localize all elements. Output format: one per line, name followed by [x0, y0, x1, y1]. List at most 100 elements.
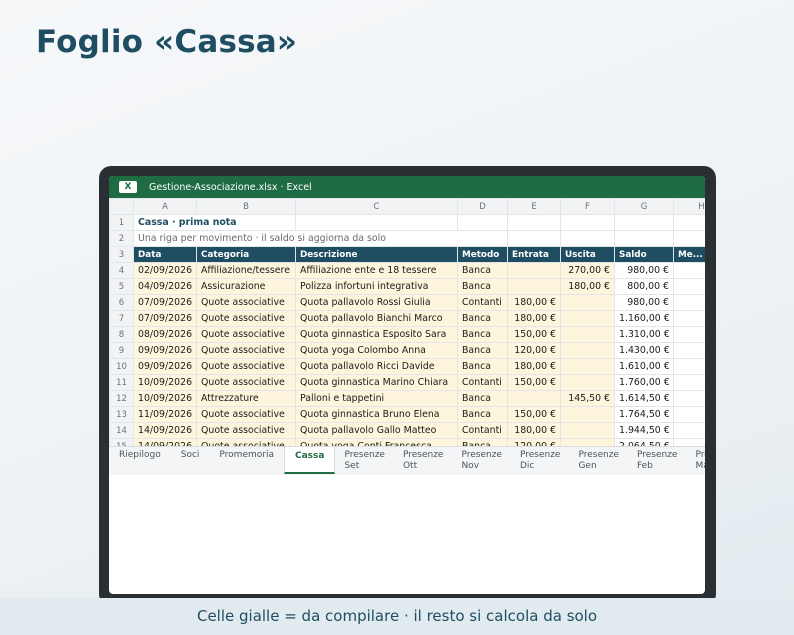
table-cell[interactable]: Quote associative	[196, 342, 296, 359]
table-cell[interactable]: Quota yoga Colombo Anna	[295, 342, 458, 359]
table-cell[interactable]: Banca	[457, 358, 508, 375]
cell[interactable]	[560, 230, 615, 247]
table-cell[interactable]: Quote associative	[196, 374, 296, 391]
row-number[interactable]: 12	[109, 390, 134, 407]
table-cell[interactable]: 9	[673, 294, 705, 311]
sheet-tab-cassa[interactable]: Cassa	[283, 447, 336, 474]
table-cell[interactable]: Affiliazione ente e 18 tessere	[295, 262, 458, 279]
table-cell[interactable]: Assicurazione	[196, 278, 296, 295]
column-header-cell[interactable]: Entrata	[507, 246, 561, 263]
table-cell[interactable]: 9	[673, 278, 705, 295]
table-cell[interactable]: Quote associative	[196, 294, 296, 311]
column-header-a[interactable]: A	[133, 198, 197, 215]
sheet-tab-soci[interactable]: Soci	[171, 447, 210, 475]
table-cell[interactable]: 180,00 €	[507, 294, 561, 311]
sheet-tab-promemoria[interactable]: Promemoria	[209, 447, 284, 475]
column-header-f[interactable]: F	[560, 198, 615, 215]
table-cell[interactable]: Banca	[457, 390, 508, 407]
row-number[interactable]: 9	[109, 342, 134, 359]
table-cell[interactable]: 9	[673, 310, 705, 327]
table-cell[interactable]: Quota ginnastica Bruno Elena	[295, 406, 458, 423]
row-number[interactable]: 13	[109, 406, 134, 423]
table-cell[interactable]: 09/09/2026	[133, 342, 197, 359]
table-cell[interactable]: 180,00 €	[560, 278, 615, 295]
table-cell[interactable]: 9	[673, 390, 705, 407]
column-header-g[interactable]: G	[614, 198, 674, 215]
table-cell[interactable]: 1.160,00 €	[614, 310, 674, 327]
table-cell[interactable]: 07/09/2026	[133, 310, 197, 327]
column-header-cell[interactable]: Metodo	[457, 246, 508, 263]
column-header-c[interactable]: C	[295, 198, 458, 215]
table-cell[interactable]: 980,00 €	[614, 294, 674, 311]
table-cell[interactable]: 270,00 €	[560, 262, 615, 279]
table-cell[interactable]: Contanti	[457, 374, 508, 391]
table-cell[interactable]: Banca	[457, 262, 508, 279]
column-header-cell[interactable]: Data	[133, 246, 197, 263]
row-number[interactable]: 6	[109, 294, 134, 311]
table-cell[interactable]: Quota pallavolo Bianchi Marco	[295, 310, 458, 327]
table-cell[interactable]: 1.610,00 €	[614, 358, 674, 375]
sheet-tab-presenze-feb[interactable]: Presenze Feb	[628, 447, 687, 475]
cell[interactable]	[295, 214, 458, 231]
row-number[interactable]: 15	[109, 438, 134, 446]
column-header-cell[interactable]: Uscita	[560, 246, 615, 263]
row-number[interactable]: 14	[109, 422, 134, 439]
column-header-cell[interactable]: Saldo	[614, 246, 674, 263]
table-cell[interactable]	[507, 262, 561, 279]
table-cell[interactable]: Polizza infortuni integrativa	[295, 278, 458, 295]
table-cell[interactable]: 150,00 €	[507, 326, 561, 343]
table-cell[interactable]: 1.760,00 €	[614, 374, 674, 391]
row-number[interactable]: 4	[109, 262, 134, 279]
column-header-b[interactable]: B	[196, 198, 296, 215]
table-cell[interactable]: 04/09/2026	[133, 278, 197, 295]
column-header-cell[interactable]: Descrizione	[295, 246, 458, 263]
table-cell[interactable]: Banca	[457, 438, 508, 446]
table-cell[interactable]: 9	[673, 374, 705, 391]
table-cell[interactable]: 07/09/2026	[133, 294, 197, 311]
table-cell[interactable]: Affiliazione/tessere	[196, 262, 296, 279]
table-cell[interactable]: Attrezzature	[196, 390, 296, 407]
table-cell[interactable]	[560, 422, 615, 439]
table-cell[interactable]: 14/09/2026	[133, 422, 197, 439]
cell[interactable]	[507, 230, 561, 247]
table-cell[interactable]: 1.310,00 €	[614, 326, 674, 343]
row-number[interactable]: 2	[109, 230, 134, 247]
column-header-h[interactable]: H	[673, 198, 705, 215]
table-cell[interactable]	[560, 358, 615, 375]
table-cell[interactable]: Banca	[457, 310, 508, 327]
row-number[interactable]: 7	[109, 310, 134, 327]
table-cell[interactable]	[560, 374, 615, 391]
table-cell[interactable]: 9	[673, 326, 705, 343]
row-number[interactable]: 1	[109, 214, 134, 231]
table-cell[interactable]: Banca	[457, 326, 508, 343]
row-number[interactable]: 8	[109, 326, 134, 343]
table-cell[interactable]: Quota ginnastica Esposito Sara	[295, 326, 458, 343]
table-cell[interactable]: Contanti	[457, 294, 508, 311]
cell[interactable]	[560, 214, 615, 231]
table-cell[interactable]: 150,00 €	[507, 374, 561, 391]
table-cell[interactable]: 120,00 €	[507, 342, 561, 359]
table-cell[interactable]	[560, 326, 615, 343]
table-cell[interactable]: 180,00 €	[507, 358, 561, 375]
sheet-tab-presenze-mar[interactable]: Presenze Mar	[686, 447, 705, 475]
cell[interactable]	[673, 230, 705, 247]
table-cell[interactable]: Quote associative	[196, 310, 296, 327]
table-cell[interactable]: 10/09/2026	[133, 374, 197, 391]
table-cell[interactable]: 1.764,50 €	[614, 406, 674, 423]
table-cell[interactable]: Quota yoga Conti Francesca	[295, 438, 458, 446]
table-cell[interactable]: 150,00 €	[507, 406, 561, 423]
table-cell[interactable]: Quote associative	[196, 326, 296, 343]
table-cell[interactable]: 2.064,50 €	[614, 438, 674, 446]
table-cell[interactable]: 1.614,50 €	[614, 390, 674, 407]
column-header-d[interactable]: D	[457, 198, 508, 215]
table-cell[interactable]: 9	[673, 438, 705, 446]
table-cell[interactable]	[560, 310, 615, 327]
column-header-e[interactable]: E	[507, 198, 561, 215]
row-number[interactable]: 10	[109, 358, 134, 375]
table-cell[interactable]	[560, 406, 615, 423]
table-cell[interactable]: 9	[673, 342, 705, 359]
sheet-tab-presenze-nov[interactable]: Presenze Nov	[452, 447, 511, 475]
table-cell[interactable]: 9	[673, 358, 705, 375]
row-number[interactable]: 5	[109, 278, 134, 295]
table-cell[interactable]	[560, 294, 615, 311]
